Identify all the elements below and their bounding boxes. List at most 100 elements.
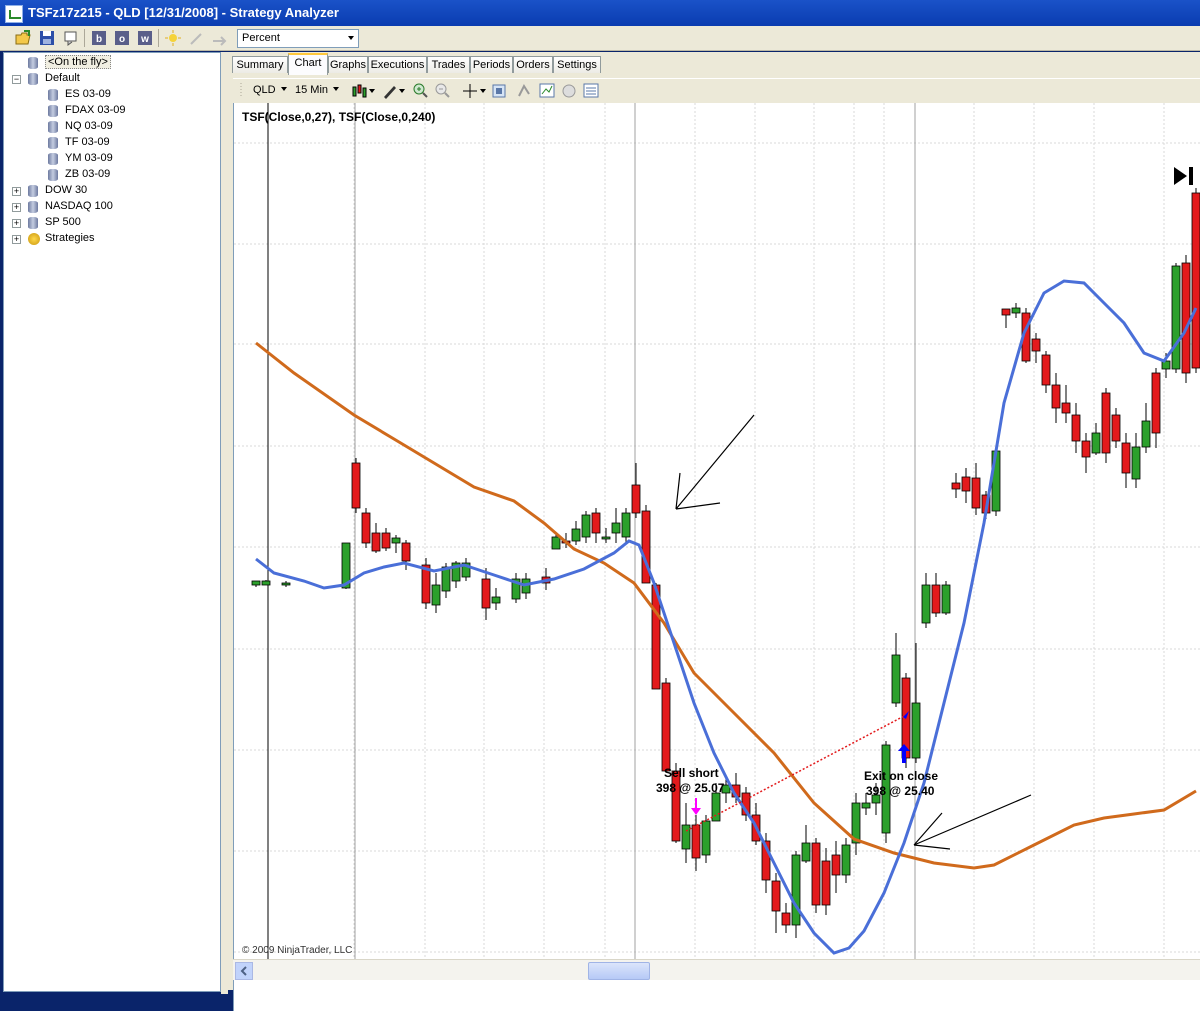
- walkforward-w-icon[interactable]: w: [136, 29, 154, 47]
- up-candle: [551, 536, 561, 550]
- database-icon: [48, 121, 58, 133]
- copyright-text: © 2009 NinjaTrader, LLC: [242, 945, 352, 956]
- down-candle: [371, 532, 381, 552]
- up-candle: [701, 820, 711, 856]
- globe-icon[interactable]: [561, 82, 577, 103]
- tab-settings[interactable]: Settings: [553, 56, 601, 73]
- down-candle: [931, 584, 941, 614]
- open-folder-icon[interactable]: [14, 29, 32, 47]
- tab-orders[interactable]: Orders: [513, 56, 553, 73]
- up-candle: [251, 580, 261, 586]
- tree-item[interactable]: FDAX 03-09: [4, 103, 218, 119]
- tree-item[interactable]: − Default: [4, 71, 218, 87]
- tree-item-label: NQ 03-09: [65, 120, 113, 132]
- main-toolbar: b o w Percent: [0, 26, 1200, 51]
- down-candle: [631, 484, 641, 514]
- up-candle: [601, 536, 611, 540]
- expand-icon[interactable]: +: [12, 235, 21, 244]
- backtest-b-icon[interactable]: b: [90, 29, 108, 47]
- sun-icon[interactable]: [164, 29, 182, 47]
- strategy-coin-icon: [28, 233, 40, 245]
- up-candle: [281, 582, 291, 586]
- tree-item[interactable]: <On the fly>: [4, 55, 218, 71]
- instrument-select[interactable]: QLD: [253, 84, 289, 96]
- view-select-value: Percent: [242, 32, 280, 44]
- down-candle: [1051, 384, 1061, 409]
- tree-item-label: TF 03-09: [65, 136, 110, 148]
- tab-chart[interactable]: Chart: [288, 53, 328, 75]
- chevron-down-icon: [348, 36, 354, 40]
- chart-canvas[interactable]: Sell short398 @ 25.07 Exit on close398 @ …: [234, 103, 1200, 959]
- up-candle: [1011, 307, 1021, 314]
- data-box-icon[interactable]: [491, 82, 507, 103]
- sell-short-arrow-icon: [691, 798, 701, 815]
- database-icon: [28, 57, 38, 69]
- down-candle: [1181, 262, 1191, 374]
- interval-select[interactable]: 15 Min: [295, 84, 341, 96]
- tree-item-label: ZB 03-09: [65, 168, 111, 180]
- up-candle: [941, 584, 951, 614]
- tab-executions[interactable]: Executions: [368, 56, 427, 73]
- down-candle: [971, 477, 981, 509]
- down-candle: [1081, 440, 1091, 458]
- tree-item-label: SP 500: [45, 216, 81, 228]
- indicators-icon[interactable]: [517, 82, 533, 103]
- tree-item[interactable]: ES 03-09: [4, 87, 218, 103]
- down-candle: [821, 860, 831, 906]
- go-to-end-icon[interactable]: [1174, 167, 1193, 185]
- up-candle: [391, 537, 401, 544]
- zoom-in-icon[interactable]: [413, 82, 429, 103]
- down-candle: [1031, 338, 1041, 352]
- tree-item-label: FDAX 03-09: [65, 104, 126, 116]
- tree-item[interactable]: ZB 03-09: [4, 167, 218, 183]
- svg-text:w: w: [140, 34, 149, 45]
- tree-item[interactable]: + Strategies: [4, 231, 218, 247]
- tree-item[interactable]: NQ 03-09: [4, 119, 218, 135]
- properties-list-icon[interactable]: [583, 82, 599, 103]
- tsf-27-line: [255, 279, 1198, 955]
- down-candle: [961, 476, 971, 492]
- database-icon: [28, 185, 38, 197]
- scroll-thumb[interactable]: [588, 962, 650, 980]
- pane-splitter[interactable]: [221, 52, 228, 994]
- optimize-o-icon[interactable]: o: [113, 29, 131, 47]
- properties-icon[interactable]: [62, 29, 80, 47]
- tree-item[interactable]: YM 03-09: [4, 151, 218, 167]
- tab-trades[interactable]: Trades: [427, 56, 470, 73]
- tree-item[interactable]: + SP 500: [4, 215, 218, 231]
- crosshair-icon[interactable]: [461, 82, 487, 103]
- expand-icon[interactable]: +: [12, 187, 21, 196]
- candlestick-style-icon[interactable]: [351, 82, 377, 103]
- tree-item-label: <On the fly>: [45, 55, 111, 69]
- chart-toolbar: QLD 15 Min: [233, 78, 1200, 103]
- tree-item-label: ES 03-09: [65, 88, 111, 100]
- tab-periods[interactable]: Periods: [470, 56, 513, 73]
- tab-summary[interactable]: Summary: [232, 56, 288, 73]
- up-candle: [431, 584, 441, 606]
- collapse-icon[interactable]: −: [12, 75, 21, 84]
- view-select[interactable]: Percent: [237, 29, 359, 48]
- down-candle: [401, 542, 411, 562]
- down-candle: [1041, 354, 1051, 386]
- expand-icon[interactable]: +: [12, 203, 21, 212]
- tree-item-label: Strategies: [45, 232, 95, 244]
- database-icon: [28, 201, 38, 213]
- tree-item[interactable]: + NASDAQ 100: [4, 199, 218, 215]
- tree-item[interactable]: + DOW 30: [4, 183, 218, 199]
- down-candle: [781, 912, 791, 926]
- down-candle: [661, 682, 671, 772]
- database-icon: [48, 137, 58, 149]
- save-icon[interactable]: [38, 29, 56, 47]
- up-candle: [791, 854, 801, 926]
- chart-scrollbar[interactable]: [233, 959, 1200, 980]
- scroll-left-button[interactable]: [235, 962, 253, 980]
- tab-graphs[interactable]: Graphs: [328, 56, 368, 73]
- indicator-label: TSF(Close,0,27), TSF(Close,0,240): [242, 110, 435, 124]
- price-chart[interactable]: Sell short 398 @ 25.07 Exit on close 398 @ …: [233, 103, 1200, 1011]
- down-candle: [1001, 308, 1011, 316]
- tree-item[interactable]: TF 03-09: [4, 135, 218, 151]
- strategies-chart-icon[interactable]: [539, 82, 555, 103]
- drawing-pen-icon[interactable]: [381, 82, 407, 103]
- expand-icon[interactable]: +: [12, 219, 21, 228]
- zoom-out-icon[interactable]: [435, 82, 451, 103]
